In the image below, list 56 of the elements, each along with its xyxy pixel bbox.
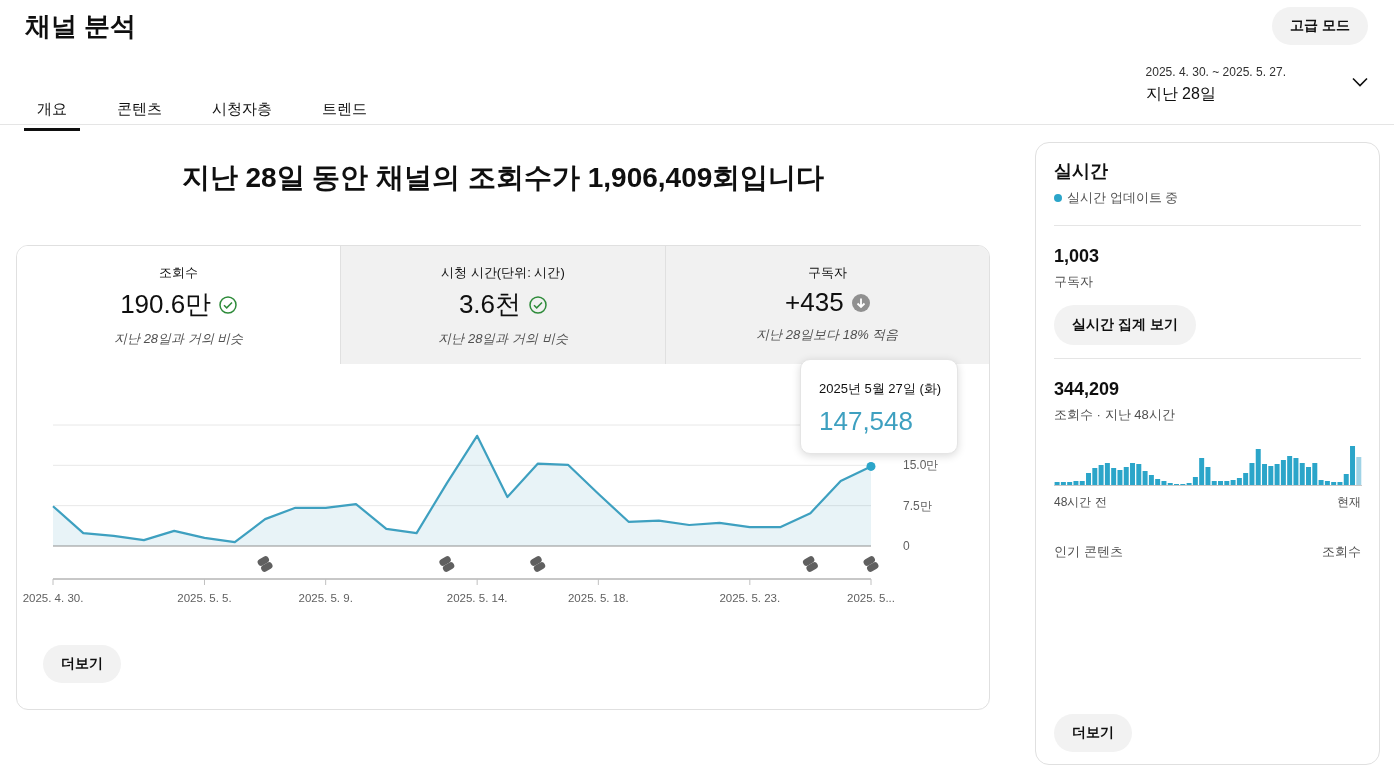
column-heading: 조회수: [1322, 543, 1361, 561]
x-axis-label: 2025. 5. 9.: [298, 592, 353, 604]
views-label: 조회수 · 지난 48시간: [1054, 406, 1176, 424]
down-arrow-circle-icon: [851, 293, 870, 312]
tooltip-date: 2025년 5월 27일 (화): [819, 380, 943, 398]
tab[interactable]: 트렌드: [309, 91, 380, 131]
shorts-icon: [801, 554, 820, 574]
date-range-selector[interactable]: 2025. 4. 30. ~ 2025. 5. 27. 지난 28일: [1145, 65, 1368, 131]
check-circle-icon: [219, 295, 238, 314]
metric-value: +435: [785, 287, 844, 318]
metric-label: 구독자: [807, 264, 847, 282]
tab[interactable]: 콘텐츠: [104, 91, 175, 131]
shorts-icon: [438, 554, 456, 574]
live-dot-icon: [1054, 194, 1062, 202]
x-axis-label: 2025. 5. 23.: [719, 592, 781, 604]
x-axis-label: 2025. 5...: [847, 592, 895, 604]
metric-label: 시청 시간(단위: 시간): [441, 264, 565, 282]
metric-value: 190.6만: [120, 288, 212, 321]
advanced-mode-button[interactable]: 고급 모드: [1272, 7, 1368, 45]
top-content-heading: 인기 콘텐츠: [1054, 543, 1123, 561]
tab[interactable]: 개요: [24, 91, 80, 131]
metric-comparison: 지난 28일과 거의 비슷: [438, 330, 568, 348]
y-axis-label: 15.0만: [903, 458, 939, 473]
shorts-icon: [529, 554, 547, 574]
tooltip-value: 147,548: [819, 406, 914, 437]
subscriber-count: 1,003: [1054, 246, 1101, 267]
metric-tab[interactable]: 조회수 190.6만 지난 28일과 거의 비슷: [17, 246, 342, 364]
more-button[interactable]: 더보기: [1054, 714, 1132, 752]
x-axis-label: 2025. 5. 14.: [446, 592, 508, 604]
shorts-icon: [256, 554, 274, 574]
metric-comparison: 지난 28일과 거의 비슷: [114, 330, 244, 348]
x-axis-label: 2025. 5. 18.: [567, 592, 629, 604]
card-title: 실시간: [1054, 160, 1109, 183]
views-count: 344,209: [1054, 379, 1121, 400]
metric-comparison: 지난 28일보다 18% 적음: [756, 326, 899, 344]
realtime-view-button[interactable]: 실시간 집계 보기: [1054, 305, 1196, 345]
range-start-label: 48시간 전: [1054, 494, 1107, 511]
more-button[interactable]: 더보기: [43, 645, 121, 683]
x-axis-label: 2025. 4. 30.: [22, 592, 84, 604]
live-status: 실시간 업데이트 중: [1067, 189, 1179, 207]
range-end-label: 현재: [1337, 494, 1361, 511]
y-axis-label: 7.5만: [903, 498, 932, 513]
metric-value: 3.6천: [458, 288, 522, 321]
page-title: 채널 분석: [25, 11, 137, 43]
metric-label: 조회수: [159, 264, 199, 282]
headline: 지난 28일 동안 채널의 조회수가 1,906,409회입니다: [180, 161, 826, 195]
metric-tab[interactable]: 시청 시간(단위: 시간) 3.6천 지난 28일과 거의 비슷: [341, 246, 666, 364]
x-axis-label: 2025. 5. 5.: [177, 592, 232, 604]
check-circle-icon: [529, 295, 548, 314]
chevron-down-icon: [1352, 77, 1368, 87]
hover-point: [866, 461, 876, 471]
shorts-icon: [862, 554, 880, 574]
metric-tab[interactable]: 구독자 +435 지난 28일보다 18% 적음: [665, 246, 989, 364]
y-axis-label: 0: [903, 539, 910, 553]
tab[interactable]: 시청자층: [199, 91, 285, 131]
subscriber-label: 구독자: [1054, 273, 1094, 291]
